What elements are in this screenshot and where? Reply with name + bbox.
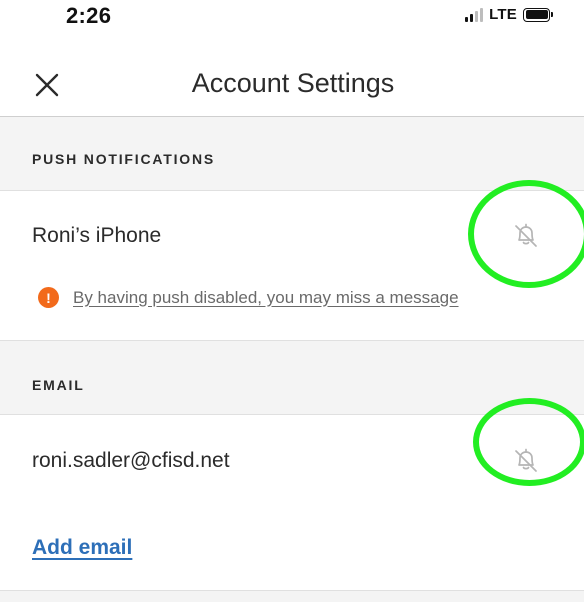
push-disabled-warning-link[interactable]: By having push disabled, you may miss a … xyxy=(73,288,459,308)
email-toggle-button[interactable] xyxy=(509,443,543,477)
section-header-push-label: PUSH NOTIFICATIONS xyxy=(32,151,216,167)
email-address-row: roni.sadler@cfisd.net xyxy=(0,416,584,498)
email-address: roni.sadler@cfisd.net xyxy=(32,449,230,472)
device-name: Roni’s iPhone xyxy=(32,224,162,247)
battery-icon xyxy=(523,7,553,22)
bell-off-icon xyxy=(515,448,537,472)
page-title: Account Settings xyxy=(191,68,395,98)
status-time: 2:26 xyxy=(66,3,112,28)
network-type: LTE xyxy=(489,6,517,23)
signal-icon xyxy=(465,7,484,22)
warning-icon: ! xyxy=(38,287,59,308)
add-email-link[interactable]: Add email xyxy=(32,536,132,560)
push-device-row: Roni’s iPhone xyxy=(0,191,584,273)
section-header-email: EMAIL xyxy=(0,340,584,415)
bell-off-icon xyxy=(515,223,537,247)
status-bar: 2:26 LTE xyxy=(0,0,584,40)
next-section-band xyxy=(0,590,584,602)
section-header-push: PUSH NOTIFICATIONS xyxy=(0,117,584,191)
push-toggle-button[interactable] xyxy=(509,218,543,252)
nav-header: Account Settings xyxy=(0,52,584,117)
status-indicators: LTE xyxy=(465,6,553,23)
push-disabled-warning: ! By having push disabled, you may miss … xyxy=(38,287,459,308)
section-header-email-label: EMAIL xyxy=(32,377,85,393)
